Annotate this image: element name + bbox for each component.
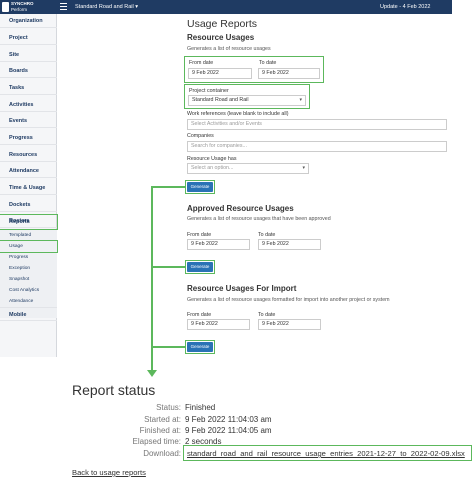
connector-line: [151, 186, 185, 188]
resource-usage-has-select[interactable]: Select an option... ▾: [187, 163, 309, 174]
top-bar: SYNCHRO Perform Standard Road and Rail ▾…: [0, 0, 452, 14]
status-value: Finished: [185, 403, 216, 412]
brand-product: Perform: [11, 7, 28, 12]
hamburger-menu-icon[interactable]: [60, 3, 67, 10]
companies-search-input[interactable]: Search for companies...: [187, 141, 447, 152]
sidebar-item-reports[interactable]: Reports: [0, 214, 58, 230]
work-references-input[interactable]: Select Activities and/or Events: [187, 119, 447, 130]
brand-name: SYNCHRO: [11, 1, 34, 6]
submenu-item-cost-analytics[interactable]: Cost Analytics: [0, 287, 57, 295]
to-date-input[interactable]: 9 Feb 2022: [258, 68, 320, 79]
project-container-value: Standard Road and Rail: [192, 97, 249, 103]
back-to-usage-reports-link[interactable]: Back to usage reports: [72, 468, 146, 477]
download-link[interactable]: standard_road_and_rail_resource_usage_en…: [187, 449, 465, 458]
submenu-item-exception[interactable]: Exception: [0, 265, 57, 273]
from-date-input[interactable]: 9 Feb 2022: [188, 68, 252, 79]
approved-to-date-input[interactable]: 9 Feb 2022: [258, 239, 321, 250]
download-label: Download:: [143, 449, 181, 458]
report-status-title: Report status: [72, 382, 156, 398]
sidebar-item-resources[interactable]: Resources: [0, 148, 57, 162]
chevron-down-icon: ▾: [302, 165, 305, 171]
import-usages-description: Generates a list of resource usages form…: [187, 297, 390, 303]
arrow-down-icon: [147, 370, 157, 377]
work-references-label: Work references (leave blank to include …: [187, 111, 289, 117]
connector-line: [151, 266, 185, 268]
project-container-select[interactable]: Standard Road and Rail ▾: [188, 95, 306, 106]
status-label: Status:: [156, 403, 181, 412]
generate-button-import[interactable]: Generate: [187, 342, 213, 352]
import-from-date-input[interactable]: 9 Feb 2022: [187, 319, 250, 330]
to-date-label: To date: [259, 60, 277, 66]
project-selector[interactable]: Standard Road and Rail ▾: [75, 3, 138, 11]
sidebar-item-boards[interactable]: Boards: [0, 64, 57, 78]
started-at-label: Started at:: [144, 415, 181, 424]
elapsed-time-label: Elapsed time:: [132, 437, 181, 446]
sidebar: Organization Project Site Boards Tasks A…: [0, 14, 58, 357]
sidebar-item-mobile[interactable]: Mobile: [0, 307, 57, 321]
project-container-label: Project container: [189, 88, 229, 94]
from-date-label: From date: [189, 60, 214, 66]
sidebar-item-events[interactable]: Events: [0, 114, 57, 128]
submenu-item-progress[interactable]: Progress: [0, 254, 57, 262]
import-to-date-label: To date: [258, 312, 276, 318]
sidebar-item-attendance[interactable]: Attendance: [0, 164, 57, 178]
approved-usages-description: Generates a list of resource usages that…: [187, 216, 331, 222]
sidebar-item-progress[interactable]: Progress: [0, 131, 57, 145]
update-label: Update - 4 Feb 2022: [380, 4, 431, 10]
resource-usages-heading: Resource Usages: [187, 33, 255, 42]
page-title: Usage Reports: [187, 18, 258, 30]
approved-to-date-label: To date: [258, 232, 276, 238]
generate-button-approved[interactable]: Generate: [187, 262, 213, 272]
import-usages-heading: Resource Usages For Import: [187, 284, 297, 293]
sidebar-item-site[interactable]: Site: [0, 48, 57, 62]
import-to-date-input[interactable]: 9 Feb 2022: [258, 319, 321, 330]
sidebar-item-time-usage[interactable]: Time & Usage: [0, 181, 57, 195]
resource-usages-description: Generates a list of resource usages: [187, 46, 271, 52]
resource-usage-has-placeholder: Select an option...: [191, 165, 234, 171]
chevron-down-icon: ▾: [299, 97, 302, 103]
started-at-value: 9 Feb 2022 11:04:03 am: [185, 415, 272, 424]
submenu-item-usage[interactable]: Usage: [0, 240, 58, 253]
approved-from-date-label: From date: [187, 232, 212, 238]
generate-button-resource-usages[interactable]: Generate: [187, 182, 213, 192]
synchro-logo-icon: [2, 2, 9, 12]
approved-from-date-input[interactable]: 9 Feb 2022: [187, 239, 250, 250]
sidebar-item-organization[interactable]: Organization: [0, 14, 57, 28]
sidebar-item-project[interactable]: Project: [0, 31, 57, 45]
connector-line: [151, 186, 153, 373]
submenu-item-attendance[interactable]: Attendance: [0, 298, 57, 306]
resource-usage-has-label: Resource Usage has: [187, 156, 237, 162]
finished-at-label: Finished at:: [139, 426, 181, 435]
approved-usages-heading: Approved Resource Usages: [187, 204, 294, 213]
submenu-item-snapshot[interactable]: Snapshot: [0, 276, 57, 284]
connector-line: [151, 346, 185, 348]
submenu-item-templated[interactable]: Templated: [0, 232, 57, 240]
import-from-date-label: From date: [187, 312, 212, 318]
finished-at-value: 9 Feb 2022 11:04:05 am: [185, 426, 272, 435]
sidebar-item-tasks[interactable]: Tasks: [0, 81, 57, 95]
sidebar-item-dockets[interactable]: Dockets: [0, 198, 57, 212]
sidebar-item-activities[interactable]: Activities: [0, 98, 57, 112]
companies-label: Companies: [187, 133, 214, 139]
